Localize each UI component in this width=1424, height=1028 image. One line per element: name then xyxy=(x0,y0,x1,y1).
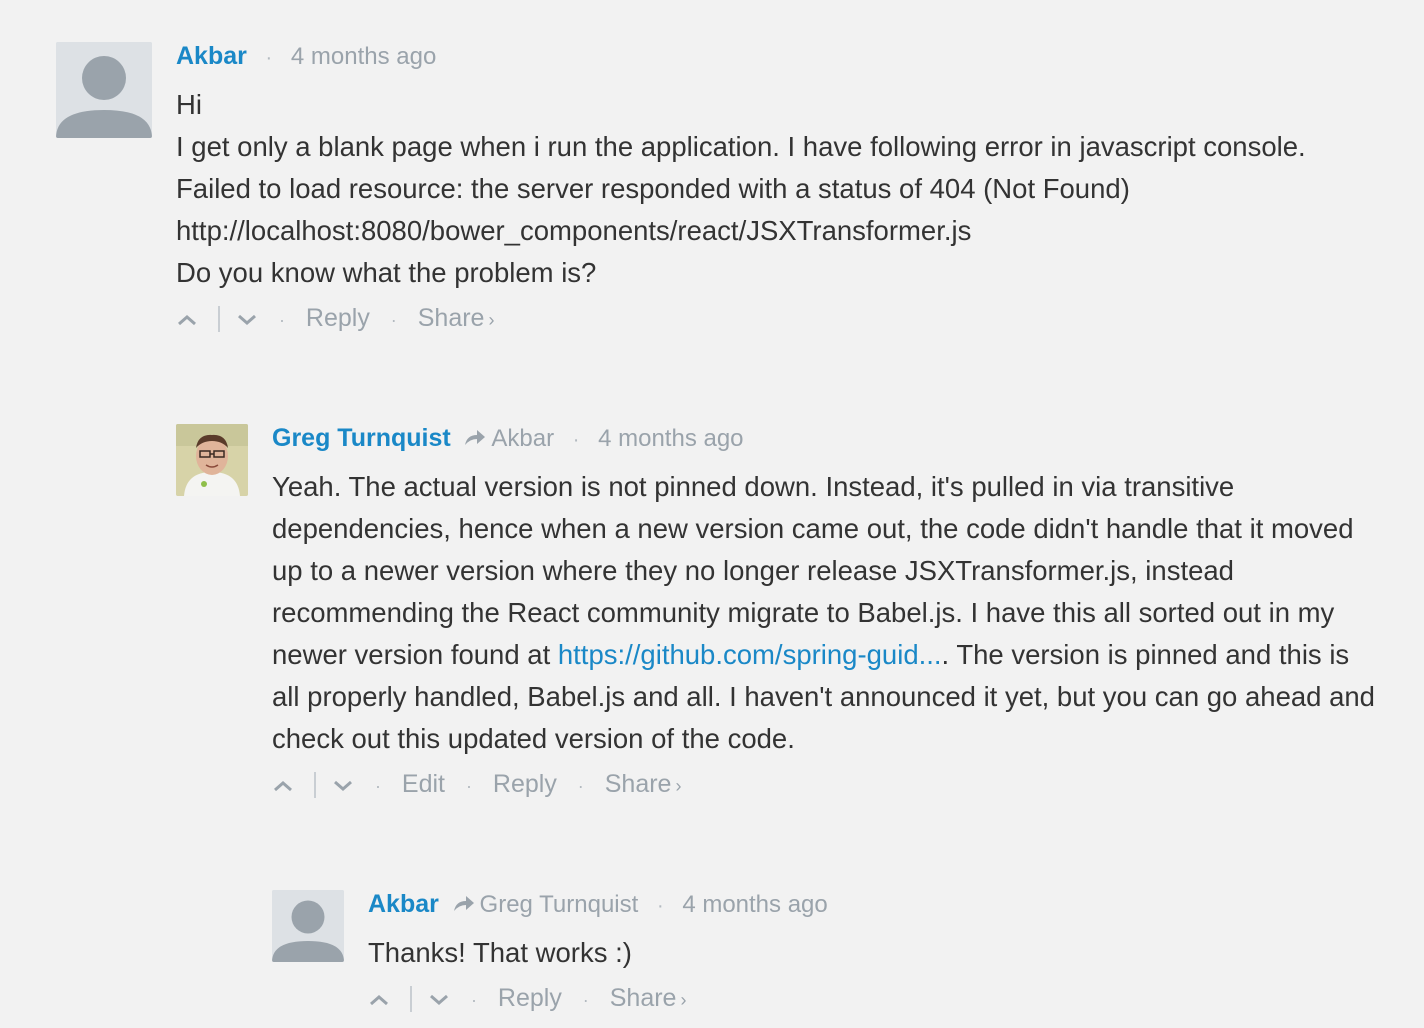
separator-dot: · xyxy=(470,990,477,1010)
reply-button[interactable]: Reply xyxy=(493,770,557,798)
github-link[interactable]: https://github.com/spring-guid... xyxy=(558,639,942,670)
chevron-up-icon xyxy=(178,315,196,326)
separator-dot: · xyxy=(582,990,589,1010)
share-label: Share xyxy=(417,304,485,332)
avatar-placeholder[interactable] xyxy=(56,42,152,138)
reply-to-name[interactable]: Greg Turnquist xyxy=(480,891,639,918)
separator-dot: · xyxy=(390,310,397,330)
chevron-down-icon xyxy=(238,315,256,326)
comment-actions: · Reply · Share › xyxy=(176,298,1336,338)
user-photo-icon xyxy=(176,424,248,496)
comment-text: Thanks! That works :) xyxy=(368,932,1368,974)
share-button[interactable]: Share › xyxy=(418,304,495,332)
timestamp[interactable]: 4 months ago xyxy=(682,891,827,918)
share-label: Share xyxy=(609,984,677,1012)
author-name[interactable]: Akbar xyxy=(368,890,439,918)
upvote-button[interactable] xyxy=(176,299,198,339)
chevron-right-icon: › xyxy=(680,990,687,1010)
author-name[interactable]: Greg Turnquist xyxy=(272,424,451,452)
comment-line: I get only a blank page when i run the a… xyxy=(176,131,1306,162)
user-silhouette-icon xyxy=(272,890,344,962)
reply-arrow-icon xyxy=(452,892,476,920)
comment-paragraph: Yeah. The actual version is not pinned d… xyxy=(272,466,1382,760)
comment-header: Akbar Greg Turnquist · 4 months ago xyxy=(368,890,1368,918)
downvote-button[interactable] xyxy=(332,765,354,805)
comment-header: Akbar · 4 months ago xyxy=(176,42,1336,70)
share-button[interactable]: Share › xyxy=(605,770,682,798)
comment-actions: · Reply · Share › xyxy=(368,978,1368,1018)
chevron-up-icon xyxy=(370,995,388,1006)
author-name[interactable]: Akbar xyxy=(176,42,247,70)
comment-line: Thanks! That works :) xyxy=(368,937,632,968)
chevron-down-icon xyxy=(334,781,352,792)
comment-text: Yeah. The actual version is not pinned d… xyxy=(272,466,1382,760)
comment-line: Do you know what the problem is? xyxy=(176,257,597,288)
vote-divider xyxy=(410,986,412,1013)
separator-dot: · xyxy=(465,776,472,796)
comment-text: Hi I get only a blank page when i run th… xyxy=(176,84,1336,294)
separator-dot: · xyxy=(265,47,273,69)
chevron-up-icon xyxy=(274,781,292,792)
vote-divider xyxy=(218,306,220,333)
reply-button[interactable]: Reply xyxy=(306,304,370,332)
comment-line: http://localhost:8080/bower_components/r… xyxy=(176,215,972,246)
reply-button[interactable]: Reply xyxy=(498,984,562,1012)
reply-arrow-icon xyxy=(463,426,487,454)
separator-dot: · xyxy=(572,429,580,451)
user-silhouette-icon xyxy=(56,42,152,138)
chevron-down-icon xyxy=(430,995,448,1006)
comment-header: Greg Turnquist Akbar · 4 months ago xyxy=(272,424,1382,452)
timestamp[interactable]: 4 months ago xyxy=(598,425,743,452)
avatar-placeholder[interactable] xyxy=(272,890,344,962)
upvote-button[interactable] xyxy=(368,979,390,1019)
share-label: Share xyxy=(604,770,672,798)
separator-dot: · xyxy=(577,776,584,796)
separator-dot: · xyxy=(278,310,285,330)
vote-divider xyxy=(314,772,316,799)
comment-line: Failed to load resource: the server resp… xyxy=(176,173,1130,204)
downvote-button[interactable] xyxy=(236,299,258,339)
timestamp[interactable]: 4 months ago xyxy=(291,43,436,70)
avatar-photo[interactable] xyxy=(176,424,248,496)
edit-button[interactable]: Edit xyxy=(402,770,445,798)
comment-line: Hi xyxy=(176,89,202,120)
comment-actions: · Edit · Reply · Share › xyxy=(272,764,1382,804)
chevron-right-icon: › xyxy=(488,310,495,330)
separator-dot: · xyxy=(374,776,381,796)
separator-dot: · xyxy=(656,895,664,917)
share-button[interactable]: Share › xyxy=(610,984,687,1012)
reply-to-name[interactable]: Akbar xyxy=(491,425,554,452)
chevron-right-icon: › xyxy=(675,776,682,796)
downvote-button[interactable] xyxy=(428,979,450,1019)
upvote-button[interactable] xyxy=(272,765,294,805)
